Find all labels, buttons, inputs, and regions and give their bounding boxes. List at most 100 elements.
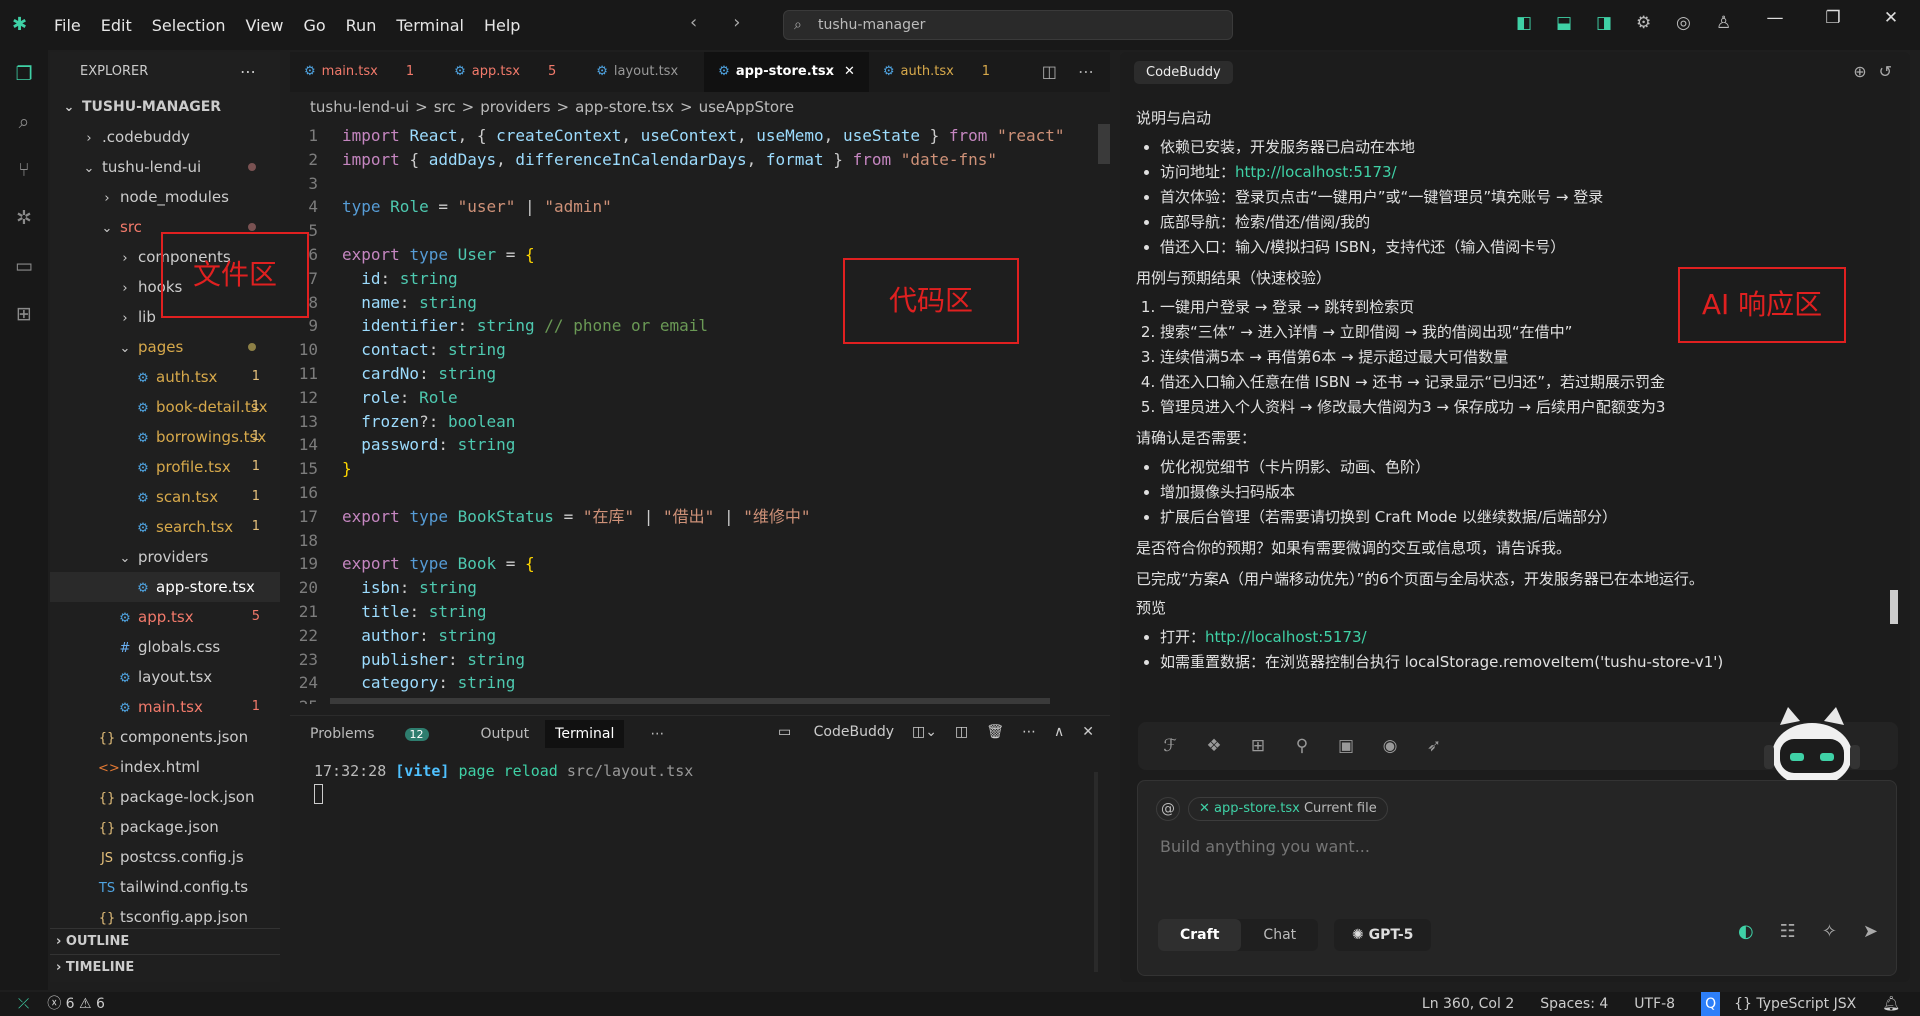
- close-tab-icon[interactable]: ✕: [844, 64, 855, 79]
- breadcrumb-item[interactable]: providers: [480, 98, 550, 116]
- workspace-root[interactable]: ⌄ TUSHU-MANAGER: [50, 92, 280, 122]
- settings-gear-icon[interactable]: ⚙: [1636, 13, 1676, 33]
- status-problems[interactable]: ⤫ ⓧ 6 ⚠ 6: [18, 992, 105, 1016]
- send-icon[interactable]: ➤: [1863, 921, 1878, 942]
- notification-bell-icon[interactable]: 🔔︎: [1882, 992, 1900, 1016]
- menu-view[interactable]: View: [246, 16, 284, 35]
- mention-button[interactable]: @: [1156, 797, 1180, 821]
- forward-arrow-icon[interactable]: ›: [733, 12, 740, 33]
- panel-more-icon[interactable]: ⋯: [650, 726, 664, 742]
- menu-go[interactable]: Go: [303, 16, 325, 35]
- split-terminal-icon[interactable]: ◫⌄: [912, 724, 937, 740]
- layout-icon[interactable]: ◫: [955, 724, 968, 740]
- tree-item[interactable]: ⌄ pages: [50, 332, 280, 362]
- more-icon[interactable]: ⋯: [1022, 724, 1036, 740]
- remove-context-icon[interactable]: ✕: [1199, 801, 1210, 816]
- restore-icon[interactable]: ❐: [1804, 8, 1862, 28]
- deploy-rocket-icon[interactable]: ➶: [1412, 736, 1456, 756]
- integration-icon[interactable]: ⚲: [1280, 736, 1324, 756]
- code-line[interactable]: 13 frozen?: boolean: [290, 410, 1090, 434]
- code-line[interactable]: 21 title: string: [290, 600, 1090, 624]
- history-icon[interactable]: ↺: [1879, 62, 1892, 81]
- code-line[interactable]: 20 isbn: string: [290, 576, 1090, 600]
- tree-item[interactable]: TS tailwind.config.ts: [50, 872, 280, 902]
- image-icon[interactable]: ▣: [1324, 736, 1368, 756]
- timeline-section[interactable]: › TIMELINE: [50, 954, 280, 980]
- menu-selection[interactable]: Selection: [152, 16, 226, 35]
- toggle-secondary-sidebar-icon[interactable]: ◨: [1596, 13, 1636, 33]
- indentation[interactable]: Spaces: 4: [1540, 992, 1608, 1016]
- remote-icon[interactable]: ▭: [0, 242, 48, 290]
- menu-run[interactable]: Run: [346, 16, 377, 35]
- more-icon[interactable]: ⋯: [240, 52, 256, 92]
- breadcrumb-item[interactable]: useAppStore: [699, 98, 795, 116]
- minimize-icon[interactable]: —: [1746, 8, 1804, 28]
- tree-item[interactable]: # globals.css: [50, 632, 280, 662]
- code-area[interactable]: 1 import React, { createContext, useConte…: [290, 124, 1090, 704]
- terminal-output[interactable]: 17:32:28 [vite] page reload src/layout.t…: [290, 752, 1110, 818]
- code-line[interactable]: 12 role: Role: [290, 386, 1090, 410]
- tree-item[interactable]: JS postcss.config.js: [50, 842, 280, 872]
- tree-item[interactable]: ⚙ app-store.tsx: [50, 572, 280, 602]
- trash-icon[interactable]: 🗑: [986, 724, 1004, 740]
- palette-icon[interactable]: ◐: [1738, 921, 1754, 942]
- tree-item[interactable]: ⚙ scan.tsx 1: [50, 482, 280, 512]
- tree-item[interactable]: › .codebuddy: [50, 122, 280, 152]
- localhost-link[interactable]: http://localhost:5173/: [1205, 628, 1367, 646]
- tab-problems[interactable]: Problems 12: [310, 726, 455, 742]
- model-selector[interactable]: ✺ GPT-5: [1334, 919, 1432, 951]
- tree-item[interactable]: ⚙ auth.tsx 1: [50, 362, 280, 392]
- code-line[interactable]: 11 cardNo: string: [290, 362, 1090, 386]
- editor-tab[interactable]: ⚙ app-store.tsx ✕: [704, 52, 869, 92]
- menu-edit[interactable]: Edit: [101, 16, 132, 35]
- mode-chat[interactable]: Chat: [1241, 919, 1318, 951]
- extensions-icon[interactable]: ⊞: [0, 290, 48, 338]
- mode-craft[interactable]: Craft: [1158, 919, 1242, 951]
- search-view-icon[interactable]: ⌕: [0, 98, 48, 146]
- tree-item[interactable]: {} components.json: [50, 722, 280, 752]
- editor-scrollbar[interactable]: [1098, 124, 1110, 164]
- back-arrow-icon[interactable]: ‹: [690, 12, 697, 33]
- tree-item[interactable]: ⚙ book-detail.tsx 1: [50, 392, 280, 422]
- tree-item[interactable]: ⚙ profile.tsx 1: [50, 452, 280, 482]
- tree-item[interactable]: {} package.json: [50, 812, 280, 842]
- cursor-position[interactable]: Ln 360, Col 2: [1422, 992, 1514, 1016]
- maximize-panel-icon[interactable]: ∧: [1054, 724, 1064, 740]
- tree-item[interactable]: <>index.html: [50, 752, 280, 782]
- editor-tab[interactable]: ⚙ auth.tsx 1: [869, 52, 1016, 92]
- editor-tab[interactable]: ⚙ main.tsx 1: [290, 52, 440, 92]
- tab-terminal[interactable]: Terminal: [545, 720, 625, 748]
- editor-tab[interactable]: ⚙ app.tsx 5: [440, 52, 582, 92]
- code-line[interactable]: 5: [290, 219, 1090, 243]
- outline-section[interactable]: › OUTLINE: [50, 928, 280, 954]
- code-line[interactable]: 24 category: string: [290, 671, 1090, 695]
- editor-tab[interactable]: ⚙ layout.tsx: [582, 52, 704, 92]
- component-icon[interactable]: ❖: [1192, 736, 1236, 756]
- menu-file[interactable]: File: [54, 16, 81, 35]
- code-line[interactable]: 19 export type Book = {: [290, 552, 1090, 576]
- remote-indicator-icon[interactable]: ⤫: [18, 996, 29, 1012]
- source-control-icon[interactable]: ⑂: [0, 146, 48, 194]
- close-window-icon[interactable]: ✕: [1862, 8, 1920, 28]
- context-file-chip[interactable]: ✕ app-store.tsx Current file: [1188, 797, 1388, 821]
- new-chat-icon[interactable]: ⊕: [1853, 62, 1866, 81]
- code-line[interactable]: 3: [290, 172, 1090, 196]
- sparkle-icon[interactable]: ✧: [1822, 921, 1837, 942]
- code-line[interactable]: 18: [290, 529, 1090, 553]
- code-line[interactable]: 17 export type BookStatus = "在库" | "借出" |…: [290, 505, 1090, 529]
- menu-terminal[interactable]: Terminal: [396, 16, 464, 35]
- tab-output[interactable]: Output: [481, 726, 530, 742]
- breadcrumb-item[interactable]: src: [434, 98, 456, 116]
- terminal-instance[interactable]: ▭ CodeBuddy: [778, 724, 894, 740]
- horizontal-scrollbar[interactable]: [330, 698, 1050, 704]
- tree-item[interactable]: ⚙ layout.tsx: [50, 662, 280, 692]
- localhost-link[interactable]: http://localhost:5173/: [1235, 163, 1397, 181]
- menu-help[interactable]: Help: [484, 16, 520, 35]
- tree-item[interactable]: ⚙ main.tsx 1: [50, 692, 280, 722]
- tree-item[interactable]: {} package-lock.json: [50, 782, 280, 812]
- encoding[interactable]: UTF-8: [1634, 992, 1675, 1016]
- ai-tab[interactable]: CodeBuddy: [1134, 60, 1233, 84]
- code-line[interactable]: 2 import { addDays, differenceInCalendarD…: [290, 148, 1090, 172]
- tree-item[interactable]: ⚙ borrowings.tsx 1: [50, 422, 280, 452]
- code-line[interactable]: 16: [290, 481, 1090, 505]
